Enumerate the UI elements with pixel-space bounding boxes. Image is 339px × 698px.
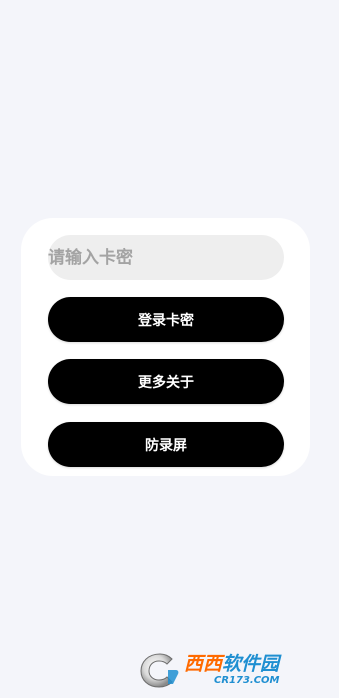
app-screen: 登录卡密 更多关于 防录屏 西西软件园 CR173.COM bbox=[0, 0, 339, 698]
watermark-brand: 西西软件园 bbox=[184, 652, 280, 675]
watermark: 西西软件园 CR173.COM bbox=[138, 649, 318, 691]
watermark-domain: CR173.COM bbox=[214, 674, 280, 686]
watermark-brand-main: 西西 bbox=[184, 652, 223, 675]
login-card: 登录卡密 更多关于 防录屏 bbox=[21, 218, 310, 476]
card-key-input[interactable] bbox=[48, 235, 284, 280]
watermark-brand-sub: 软件园 bbox=[222, 652, 280, 675]
anti-screen-record-button[interactable]: 防录屏 bbox=[48, 422, 284, 467]
watermark-text: 西西软件园 CR173.COM bbox=[184, 652, 280, 686]
more-about-button[interactable]: 更多关于 bbox=[48, 359, 284, 404]
login-card-key-button[interactable]: 登录卡密 bbox=[48, 297, 284, 342]
cr-logo-icon bbox=[140, 653, 179, 688]
